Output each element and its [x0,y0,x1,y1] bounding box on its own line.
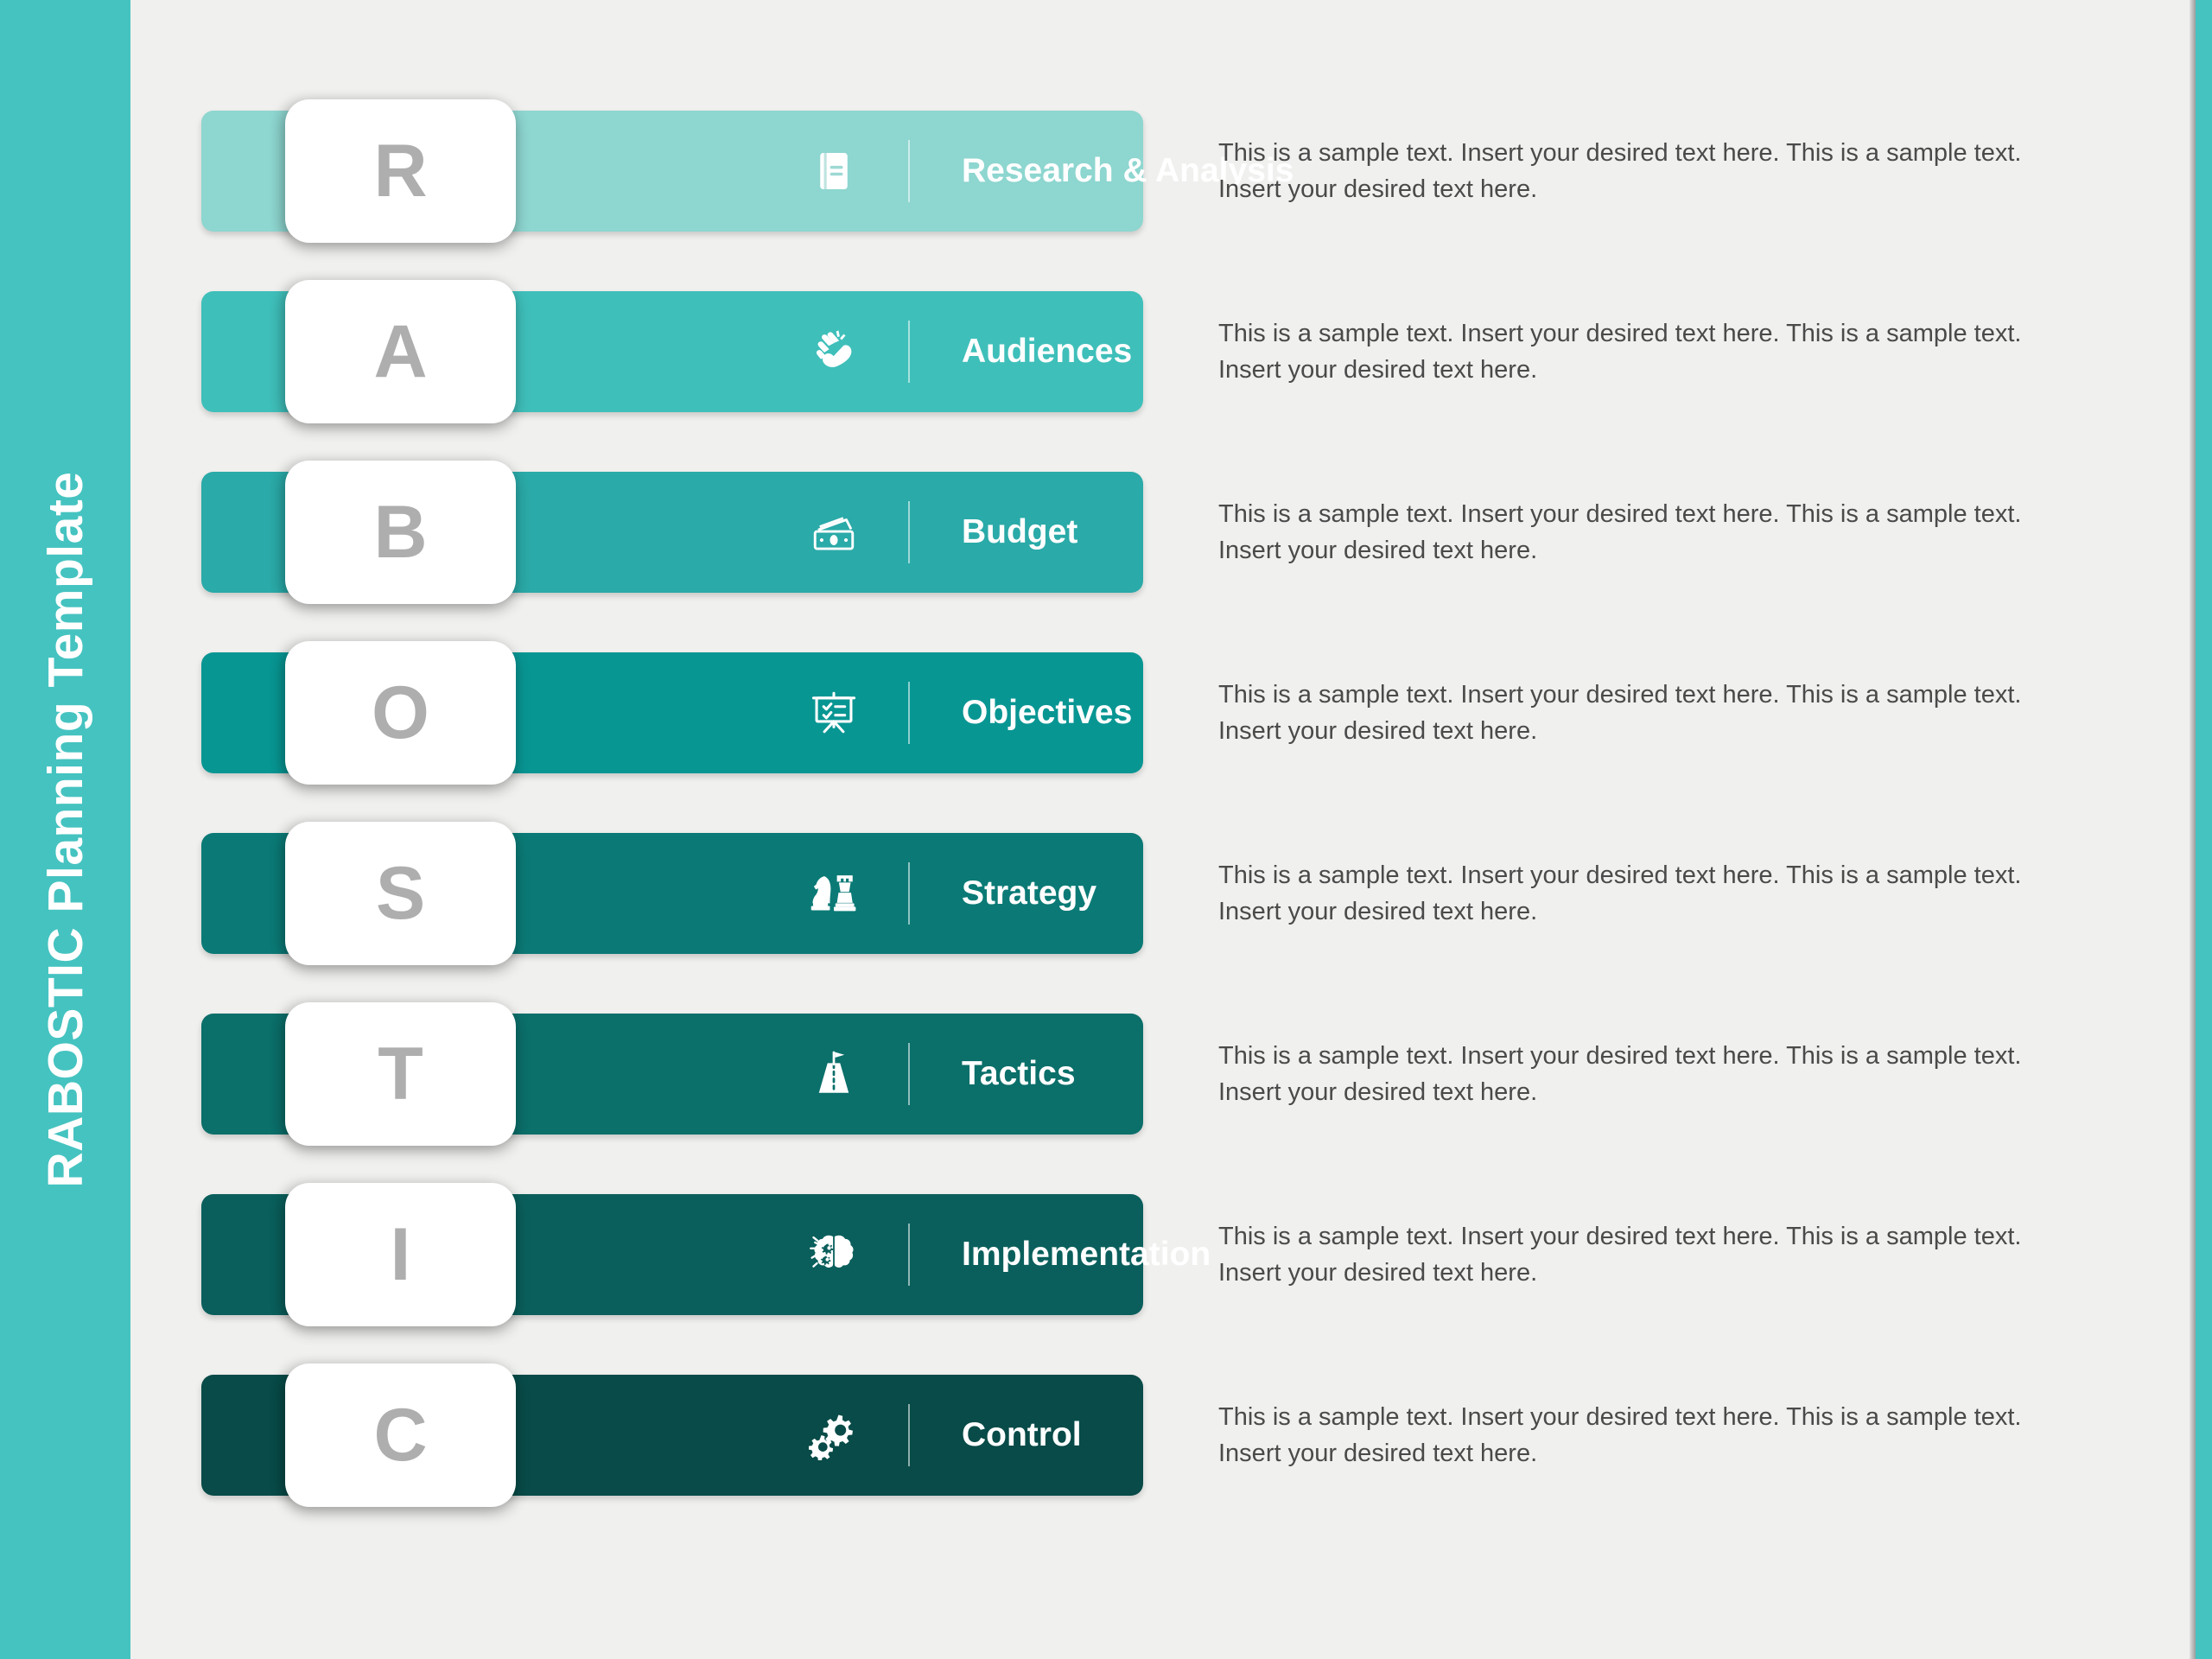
letter-card[interactable]: R [285,99,516,243]
rabostic-row: Audiences A This is a sample text. Insert … [0,274,2074,429]
row-description: This is a sample text. Insert your desir… [1218,861,2022,925]
scrollbar-gutter[interactable] [2190,0,2196,1659]
book-icon [806,143,861,199]
row-description: This is a sample text. Insert your desir… [1218,680,2022,745]
row-letter: C [373,1394,428,1477]
letter-card[interactable]: O [285,641,516,785]
row-description: This is a sample text. Insert your desir… [1218,138,2022,203]
row-letter: T [378,1033,423,1116]
slide-canvas: RABOSTIC Planning Template Research & An… [0,0,2212,1659]
row-divider [908,682,910,744]
row-label: Control [962,1416,1082,1453]
rabostic-row-list: Research & Analysis R This is a sample tex… [0,0,2212,1659]
money-icon [806,505,861,560]
letter-card[interactable]: T [285,1002,516,1146]
rabostic-row: Tactics T This is a sample text. Insert yo… [0,996,2074,1152]
rabostic-row: Budget B This is a sample text. Insert you… [0,454,2074,610]
brain-gears-icon [806,1227,861,1282]
row-label: Tactics [962,1055,1076,1092]
letter-card[interactable]: B [285,461,516,604]
row-description: This is a sample text. Insert your desir… [1218,499,2022,564]
row-divider [908,1404,910,1466]
row-label: Objectives [962,694,1133,731]
row-description: This is a sample text. Insert your desir… [1218,1402,2022,1467]
letter-card[interactable]: S [285,822,516,965]
clapping-hands-icon [806,324,861,379]
row-divider [908,1224,910,1286]
row-letter: I [390,1213,411,1296]
row-letter: S [375,852,426,935]
row-letter: O [372,671,429,754]
rabostic-row: Implementation I This is a sample text. In… [0,1177,2074,1332]
row-letter: B [373,491,428,574]
row-description: This is a sample text. Insert your desir… [1218,1222,2022,1287]
row-description: This is a sample text. Insert your desir… [1218,1041,2022,1106]
row-divider [908,140,910,202]
presentation-board-icon [806,685,861,741]
letter-card[interactable]: I [285,1183,516,1326]
row-divider [908,1043,910,1105]
rabostic-row: Research & Analysis R This is a sample tex… [0,93,2074,249]
row-divider [908,501,910,563]
row-letter: R [373,130,428,213]
row-divider [908,321,910,383]
row-divider [908,862,910,925]
chess-pieces-icon [806,866,861,921]
letter-card[interactable]: A [285,280,516,423]
row-letter: A [373,310,428,393]
letter-card[interactable]: C [285,1363,516,1507]
row-label: Implementation [962,1236,1211,1273]
row-label: Audiences [962,333,1133,370]
right-accent-edge [2196,0,2212,1659]
row-label: Budget [962,513,1078,550]
row-description: This is a sample text. Insert your desir… [1218,319,2022,384]
road-flag-icon [806,1046,861,1102]
rabostic-row: Objectives O This is a sample text. Insert… [0,635,2074,791]
row-label: Strategy [962,874,1097,912]
gears-icon [806,1408,861,1463]
rabostic-row: Control C This is a sample text. Insert yo… [0,1357,2074,1513]
rabostic-row: Strategy S This is a sample text. Insert y… [0,816,2074,971]
